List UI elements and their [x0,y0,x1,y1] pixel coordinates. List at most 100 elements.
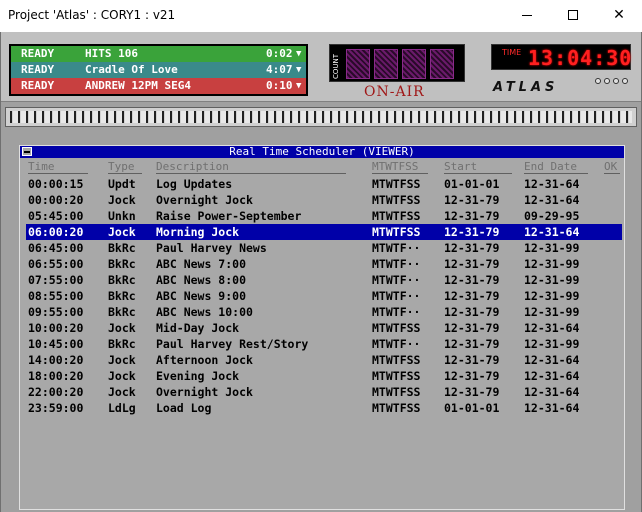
schedule-time: 07:55:00 [28,273,84,287]
schedule-time: 08:55:00 [28,289,84,303]
schedule-end-date: 12-31-64 [524,193,580,207]
schedule-row[interactable]: 10:00:20 Jock Mid-Day Jock MTWTFSS 12-31-79 1… [26,320,622,336]
schedule-description: Evening Jock [156,369,240,383]
player-2[interactable]: READY Cradle Of Love 4:07 ▼ [11,62,306,78]
schedule-row[interactable]: 00:00:15 Updt Log Updates MTWTFSS 01-01-01 12… [26,176,622,192]
schedule-days: MTWTFSS [372,225,421,239]
schedule-row[interactable]: 09:55:00 BkRc ABC News 10:00 MTWTF·· 12-31-7… [26,304,622,320]
schedule-time: 06:45:00 [28,241,84,255]
schedule-row[interactable]: 08:55:00 BkRc ABC News 9:00 MTWTF·· 12-31-79… [26,288,622,304]
player-status: READY [21,47,55,60]
schedule-start: 12-31-79 [444,385,500,399]
schedule-type: Jock [108,321,136,335]
schedule-end-date: 12-31-99 [524,241,580,255]
schedule-days: MTWTF·· [372,305,421,319]
schedule-days: MTWTFSS [372,369,421,383]
schedule-end-date: 12-31-99 [524,273,580,287]
player-status: READY [21,63,55,76]
schedule-type: BkRc [108,257,136,271]
schedule-row[interactable]: 06:45:00 BkRc Paul Harvey News MTWTF·· 12-31… [26,240,622,256]
scheduler-titlebar[interactable]: Real Time Scheduler (VIEWER) [20,145,624,158]
minimize-button[interactable] [504,0,550,30]
schedule-start: 12-31-79 [444,225,500,239]
schedule-type: BkRc [108,337,136,351]
schedule-row[interactable]: 14:00:20 Jock Afternoon Jock MTWTFSS 12-31-7… [26,352,622,368]
minimize-icon [522,14,532,16]
schedule-start: 12-31-79 [444,257,500,271]
schedule-start: 12-31-79 [444,337,500,351]
count-digit [430,49,454,79]
schedule-description: Paul Harvey News [156,241,267,255]
schedule-type: Jock [108,353,136,367]
schedule-end-date: 12-31-64 [524,225,580,239]
indicator-dot-icon [622,78,628,84]
schedule-time: 14:00:20 [28,353,84,367]
schedule-days: MTWTFSS [372,209,421,223]
schedule-end-date: 12-31-64 [524,369,580,383]
indicator-dot-icon [604,78,610,84]
schedule-end-date: 12-31-64 [524,385,580,399]
column-header-end-date[interactable]: End Date [524,161,588,174]
schedule-row[interactable]: 18:00:20 Jock Evening Jock MTWTFSS 12-31-79 1… [26,368,622,384]
schedule-start: 12-31-79 [444,273,500,287]
schedule-time: 22:00:20 [28,385,84,399]
schedule-start: 12-31-79 [444,209,500,223]
schedule-description: Load Log [156,401,212,415]
clock-value: 13:04:30 [528,46,633,70]
scheduler-title: Real Time Scheduler (VIEWER) [229,145,415,158]
dropdown-arrow-icon[interactable]: ▼ [296,62,301,78]
schedule-time: 10:00:20 [28,321,84,335]
count-digit [374,49,398,79]
schedule-type: Jock [108,225,136,239]
schedule-time: 06:00:20 [28,225,84,239]
schedule-row[interactable]: 05:45:00 Unkn Raise Power-September MTWTFSS… [26,208,622,224]
schedule-row[interactable]: 06:55:00 BkRc ABC News 7:00 MTWTF·· 12-31-79… [26,256,622,272]
schedule-start: 12-31-79 [444,289,500,303]
schedule-description: Mid-Day Jock [156,321,240,335]
schedule-start: 12-31-79 [444,321,500,335]
schedule-days: MTWTFSS [372,321,421,335]
schedule-type: Unkn [108,209,136,223]
player-1[interactable]: READY HITS 106 0:02 ▼ [11,46,306,62]
dropdown-arrow-icon[interactable]: ▼ [296,78,301,94]
column-header-ok[interactable]: OK [604,161,620,174]
count-digit [346,49,370,79]
schedule-row[interactable]: 22:00:20 Jock Overnight Jock MTWTFSS 12-31-7… [26,384,622,400]
schedule-end-date: 12-31-64 [524,353,580,367]
schedule-type: BkRc [108,241,136,255]
player-cart-name: HITS 106 [85,47,138,60]
schedule-start: 12-31-79 [444,241,500,255]
indicator-dots [595,78,628,84]
schedule-row[interactable]: 10:45:00 BkRc Paul Harvey Rest/Story MTWTF·… [26,336,622,352]
schedule-row[interactable]: 23:59:00 LdLg Load Log MTWTFSS 01-01-01 12-31… [26,400,622,416]
window-titlebar[interactable]: Project 'Atlas' : CORY1 : v21 ✕ [0,0,642,32]
player-time: 4:07 [266,63,293,76]
app-client-area: READY HITS 106 0:02 ▼ READY Cradle Of Lo… [0,32,642,512]
count-digit [402,49,426,79]
schedule-time: 05:45:00 [28,209,84,223]
top-control-panel: READY HITS 106 0:02 ▼ READY Cradle Of Lo… [1,32,641,102]
player-status: READY [21,79,55,92]
scheduler-window: Real Time Scheduler (VIEWER) Time Type D… [19,145,625,510]
window-title: Project 'Atlas' : CORY1 : v21 [8,8,176,22]
column-header-type[interactable]: Type [108,161,142,174]
schedule-type: LdLg [108,401,136,415]
schedule-row[interactable]: 06:00:20 Jock Morning Jock MTWTFSS 12-31-79 1… [26,224,622,240]
column-header-days[interactable]: MTWTFSS [372,161,428,174]
schedule-days: MTWTF·· [372,337,421,351]
schedule-type: BkRc [108,305,136,319]
schedule-row[interactable]: 00:00:20 Jock Overnight Jock MTWTFSS 12-31-7… [26,192,622,208]
schedule-row[interactable]: 07:55:00 BkRc ABC News 8:00 MTWTF·· 12-31-79… [26,272,622,288]
column-header-start[interactable]: Start [444,161,512,174]
close-button[interactable]: ✕ [596,0,642,30]
column-header-time[interactable]: Time [28,161,88,174]
schedule-description: Afternoon Jock [156,353,253,367]
player-3[interactable]: READY ANDREW 12PM SEG4 0:10 ▼ [11,78,306,94]
schedule-description: Log Updates [156,177,233,191]
schedule-type: BkRc [108,289,136,303]
schedule-type: Jock [108,193,136,207]
schedule-type: Jock [108,369,136,383]
column-header-description[interactable]: Description [156,161,346,174]
maximize-button[interactable] [550,0,596,30]
dropdown-arrow-icon[interactable]: ▼ [296,46,301,62]
